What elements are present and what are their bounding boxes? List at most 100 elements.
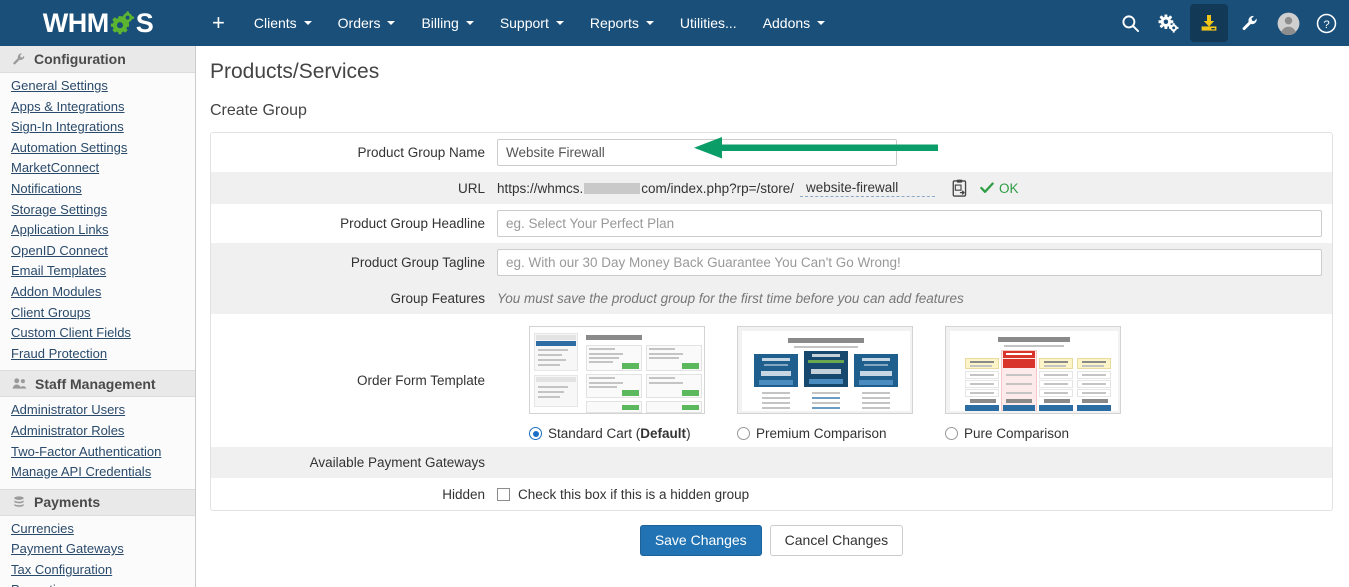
sidebar-item-administrator-users[interactable]: Administrator Users	[0, 400, 195, 421]
clipboard-paste-icon[interactable]	[951, 179, 968, 197]
form-row-group-features: Group Features You must save the product…	[211, 282, 1332, 314]
sidebar-item-two-factor-authentication[interactable]: Two-Factor Authentication	[0, 442, 195, 463]
template-thumbnail-pure-comparison[interactable]	[945, 326, 1121, 414]
download-icon[interactable]	[1190, 4, 1228, 42]
wrench-icon	[13, 53, 25, 65]
sidebar-item-signin-integrations[interactable]: Sign-In Integrations	[0, 117, 195, 138]
sidebar-links-staff-management: Administrator Users Administrator Roles …	[0, 397, 195, 489]
sidebar: Configuration General Settings Apps & In…	[0, 46, 196, 587]
sidebar-item-marketconnect[interactable]: MarketConnect	[0, 158, 195, 179]
url-slug-input[interactable]	[800, 179, 935, 197]
sidebar-item-general-settings[interactable]: General Settings	[0, 76, 195, 97]
sidebar-item-apps-integrations[interactable]: Apps & Integrations	[0, 97, 195, 118]
label-hidden: Hidden	[442, 486, 485, 502]
radio-label-pure-comparison[interactable]: Pure Comparison	[945, 426, 1121, 441]
main-content: Products/Services Create Group Product G…	[196, 46, 1349, 587]
cancel-changes-button[interactable]: Cancel Changes	[769, 525, 904, 557]
nav-item-reports-label: Reports	[589, 15, 639, 31]
nav-item-utilities[interactable]: Utilities...	[667, 0, 750, 46]
nav-item-orders[interactable]: Orders	[325, 0, 409, 46]
sidebar-section-configuration: Configuration	[0, 46, 195, 73]
form-row-payment-gateways: Available Payment Gateways	[211, 447, 1332, 478]
template-thumbnail-standard-cart[interactable]	[529, 326, 705, 414]
tagline-input[interactable]	[497, 249, 1322, 276]
form-row-url: URL https://whmcs. com/index.php?rp=/sto…	[211, 172, 1332, 204]
help-icon[interactable]: ?	[1307, 0, 1345, 46]
nav-item-clients[interactable]: Clients	[241, 0, 325, 46]
hidden-checkbox[interactable]	[497, 487, 510, 501]
gears-icon[interactable]	[1149, 0, 1187, 46]
label-group-features: Group Features	[390, 290, 485, 306]
url-suffix: com/index.php?rp=/store/	[641, 180, 794, 196]
nav-item-support[interactable]: Support	[487, 0, 577, 46]
sidebar-section-staff-management-title: Staff Management	[35, 375, 156, 392]
top-navbar: WHM S + Clients Orders Billing Support R…	[0, 0, 1349, 46]
sidebar-item-storage-settings[interactable]: Storage Settings	[0, 200, 195, 221]
radio-premium-comparison[interactable]	[737, 427, 750, 440]
template-option-premium-comparison[interactable]: Premium Comparison	[737, 326, 913, 441]
sidebar-item-administrator-roles[interactable]: Administrator Roles	[0, 421, 195, 442]
nav-item-reports[interactable]: Reports	[577, 0, 667, 46]
save-changes-button[interactable]: Save Changes	[639, 525, 762, 557]
sidebar-item-tax-configuration[interactable]: Tax Configuration	[0, 560, 195, 581]
template-option-pure-comparison[interactable]: Pure Comparison	[945, 326, 1121, 441]
nav-item-support-label: Support	[499, 15, 549, 31]
sidebar-item-custom-client-fields[interactable]: Custom Client Fields	[0, 323, 195, 344]
sidebar-item-application-links[interactable]: Application Links	[0, 220, 195, 241]
form-row-group-name: Product Group Name	[211, 133, 1332, 172]
sidebar-item-addon-modules[interactable]: Addon Modules	[0, 282, 195, 303]
hidden-checkbox-label[interactable]: Check this box if this is a hidden group	[497, 487, 749, 502]
sidebar-item-notifications[interactable]: Notifications	[0, 179, 195, 200]
sidebar-section-payments: Payments	[0, 488, 195, 516]
url-prefix: https://whmcs.	[497, 180, 584, 196]
coins-icon	[14, 496, 24, 508]
nav-item-billing-label: Billing	[421, 15, 459, 31]
sidebar-links-configuration: General Settings Apps & Integrations Sig…	[0, 73, 195, 371]
sidebar-item-manage-api-credentials[interactable]: Manage API Credentials	[0, 462, 195, 483]
headline-input[interactable]	[497, 210, 1322, 237]
sidebar-links-payments: Currencies Payment Gateways Tax Configur…	[0, 515, 195, 587]
radio-standard-cart[interactable]	[529, 427, 542, 440]
nav-item-utilities-label: Utilities...	[679, 15, 737, 31]
label-headline: Product Group Headline	[340, 216, 485, 231]
whmcs-logo[interactable]: WHM S	[0, 0, 196, 46]
page-body: Configuration General Settings Apps & In…	[0, 46, 1349, 587]
logo-text: WHM S	[43, 8, 154, 39]
quick-add-button[interactable]: +	[196, 0, 241, 46]
sidebar-item-payment-gateways[interactable]: Payment Gateways	[0, 539, 195, 560]
sidebar-item-client-groups[interactable]: Client Groups	[0, 303, 195, 324]
sidebar-item-automation-settings[interactable]: Automation Settings	[0, 138, 195, 159]
radio-pure-comparison[interactable]	[945, 427, 958, 440]
sidebar-item-email-templates[interactable]: Email Templates	[0, 261, 195, 282]
chevron-down-icon	[387, 21, 396, 25]
form-actions: Save Changes Cancel Changes	[210, 525, 1333, 557]
url-status-badge: OK	[980, 181, 1019, 196]
hidden-checkbox-text: Check this box if this is a hidden group	[518, 486, 750, 502]
label-url: URL	[457, 180, 485, 196]
svg-text:?: ?	[1323, 18, 1329, 30]
page-subtitle: Create Group	[210, 102, 307, 119]
template-option-standard-cart[interactable]: Standard Cart (Default)	[529, 326, 705, 441]
radio-label-standard-cart[interactable]: Standard Cart (Default)	[529, 426, 705, 441]
sidebar-item-fraud-protection[interactable]: Fraud Protection	[0, 344, 195, 365]
nav-item-addons[interactable]: Addons	[750, 0, 838, 46]
sidebar-item-currencies[interactable]: Currencies	[0, 519, 195, 540]
template-thumbnail-premium-comparison[interactable]	[737, 326, 913, 414]
logo-gear-icon	[109, 10, 136, 37]
radio-label-premium-comparison[interactable]: Premium Comparison	[737, 426, 913, 441]
form-row-hidden: Hidden Check this box if this is a hidde…	[211, 478, 1332, 510]
chevron-down-icon	[645, 21, 654, 25]
checkmark-icon	[980, 182, 994, 193]
nav-item-billing[interactable]: Billing	[408, 0, 486, 46]
template-label-pure-comparison: Pure Comparison	[964, 426, 1070, 441]
sidebar-item-promotions[interactable]: Promotions	[0, 580, 195, 587]
wrench-icon[interactable]	[1231, 0, 1269, 46]
user-avatar-icon[interactable]	[1269, 0, 1307, 46]
nav-item-clients-label: Clients	[253, 15, 297, 31]
search-icon[interactable]	[1111, 0, 1149, 46]
sidebar-item-openid-connect[interactable]: OpenID Connect	[0, 241, 195, 262]
form-row-headline: Product Group Headline	[211, 204, 1332, 243]
form-row-tagline: Product Group Tagline	[211, 243, 1332, 282]
chevron-down-icon	[465, 21, 474, 25]
group-name-input[interactable]	[497, 139, 897, 166]
